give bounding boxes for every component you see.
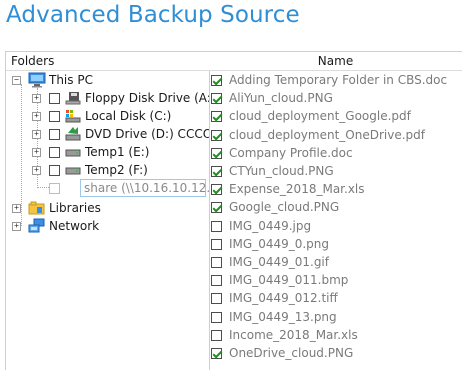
file-checkbox[interactable] bbox=[211, 275, 222, 287]
expand-icon[interactable]: + bbox=[32, 148, 41, 157]
page-title: Advanced Backup Source bbox=[6, 2, 300, 28]
file-checkbox[interactable] bbox=[211, 220, 222, 232]
file-checkbox[interactable] bbox=[211, 147, 222, 159]
file-checkbox[interactable] bbox=[211, 166, 222, 177]
file-row[interactable]: Expense_2018_Mar.xls bbox=[209, 180, 462, 198]
tree-item-this-pc[interactable]: − This PC bbox=[6, 71, 209, 89]
tree-label: Libraries bbox=[49, 201, 101, 215]
tree-item-local-disk[interactable]: + Local Disk (C:) bbox=[6, 107, 209, 125]
file-row[interactable]: IMG_0449_011.bmp bbox=[209, 271, 462, 289]
files-list-pane[interactable]: Name Adding Temporary Folder in CBS.doc A… bbox=[209, 52, 462, 370]
file-checkbox[interactable] bbox=[211, 129, 222, 141]
expand-icon[interactable]: + bbox=[32, 130, 41, 139]
tree-label: Floppy Disk Drive (A:) bbox=[85, 91, 210, 105]
file-name: IMG_0449_0.png bbox=[229, 236, 330, 251]
file-checkbox[interactable] bbox=[211, 293, 222, 305]
checkbox[interactable] bbox=[49, 165, 60, 176]
checkbox[interactable] bbox=[49, 129, 60, 140]
file-name: cloud_deployment_Google.pdf bbox=[229, 109, 411, 124]
expand-icon[interactable]: + bbox=[32, 94, 41, 103]
file-row[interactable]: cloud_deployment_OneDrive.pdf bbox=[209, 126, 462, 144]
checkbox[interactable] bbox=[49, 147, 60, 158]
tree-label: Temp2 (F:) bbox=[85, 163, 148, 177]
drive-icon bbox=[65, 167, 81, 175]
file-checkbox[interactable] bbox=[211, 257, 222, 268]
file-row[interactable]: IMG_0449_01.gif bbox=[209, 253, 462, 271]
tree-item-temp2[interactable]: + Temp2 (F:) bbox=[6, 161, 209, 179]
tree-label: Local Disk (C:) bbox=[85, 109, 172, 123]
network-icon bbox=[28, 218, 45, 233]
file-checkbox[interactable] bbox=[211, 311, 222, 323]
file-name: IMG_0449_01.gif bbox=[229, 255, 329, 269]
tree-label: DVD Drive (D:) CCCOMA_X64FRE_EN-US_DV9 bbox=[85, 127, 209, 141]
tree-item-libraries[interactable]: + Libraries bbox=[6, 199, 209, 217]
libraries-icon bbox=[28, 201, 45, 215]
file-row[interactable]: IMG_0449_012.tiff bbox=[209, 289, 462, 307]
file-name: Google_cloud.PNG bbox=[229, 200, 340, 215]
file-name: cloud_deployment_OneDrive.pdf bbox=[229, 127, 425, 142]
file-row[interactable]: Income_2018_Mar.xls bbox=[209, 326, 462, 344]
tree-label: Network bbox=[49, 219, 100, 233]
folders-header: Folders bbox=[6, 52, 209, 71]
file-name: OneDrive_cloud.PNG bbox=[229, 346, 354, 360]
backup-source-panel: Folders − This PC + Floppy Disk Drive (A… bbox=[5, 51, 462, 370]
expand-icon[interactable]: + bbox=[12, 204, 21, 213]
expand-icon[interactable]: + bbox=[12, 222, 21, 231]
file-checkbox[interactable] bbox=[211, 184, 222, 196]
file-name: IMG_0449_012.tiff bbox=[229, 291, 338, 306]
checkbox[interactable] bbox=[49, 111, 60, 122]
file-row[interactable]: Company Profile.doc bbox=[209, 144, 462, 162]
dvd-icon bbox=[65, 127, 81, 141]
computer-icon bbox=[28, 72, 46, 88]
tree-item-dvd-drive[interactable]: + DVD Drive (D:) CCCOMA_X64FRE_EN-US_DV9 bbox=[6, 125, 209, 143]
expand-icon[interactable]: + bbox=[32, 112, 41, 121]
file-row[interactable]: IMG_0449.jpg bbox=[209, 217, 462, 235]
floppy-icon bbox=[65, 92, 81, 105]
file-checkbox[interactable] bbox=[211, 111, 222, 123]
file-checkbox[interactable] bbox=[211, 202, 222, 214]
tree-label: This PC bbox=[49, 73, 93, 87]
file-name: Adding Temporary Folder in CBS.doc bbox=[229, 73, 448, 87]
file-checkbox[interactable] bbox=[211, 329, 222, 341]
checkbox[interactable] bbox=[49, 93, 60, 104]
file-name: Income_2018_Mar.xls bbox=[229, 327, 358, 342]
file-row[interactable]: OneDrive_cloud.PNG bbox=[209, 344, 462, 362]
tree-item-floppy-drive[interactable]: + Floppy Disk Drive (A:) bbox=[6, 89, 209, 107]
tree-item-network-share[interactable]: share (\\10.16.10.12... bbox=[6, 179, 209, 197]
file-name: Expense_2018_Mar.xls bbox=[229, 182, 365, 197]
collapse-icon[interactable]: − bbox=[12, 76, 21, 85]
file-name: CTYun_cloud.PNG bbox=[229, 164, 334, 178]
file-checkbox[interactable] bbox=[211, 75, 222, 86]
file-row[interactable]: CTYun_cloud.PNG bbox=[209, 162, 462, 180]
tree-item-network[interactable]: + Network bbox=[6, 217, 209, 235]
folders-tree-pane[interactable]: Folders − This PC + Floppy Disk Drive (A… bbox=[5, 52, 210, 370]
file-row[interactable]: Google_cloud.PNG bbox=[209, 198, 462, 216]
file-name: IMG_0449_13.png bbox=[229, 309, 337, 324]
file-row[interactable]: Adding Temporary Folder in CBS.doc bbox=[209, 71, 462, 89]
local-disk-icon bbox=[65, 110, 81, 123]
expand-icon[interactable]: + bbox=[32, 166, 41, 175]
file-checkbox[interactable] bbox=[211, 238, 222, 250]
file-name: IMG_0449_011.bmp bbox=[229, 273, 349, 288]
file-name: IMG_0449.jpg bbox=[229, 218, 312, 233]
drive-icon bbox=[65, 149, 81, 157]
share-label: share (\\10.16.10.12... bbox=[80, 179, 209, 197]
tree-item-temp1[interactable]: + Temp1 (E:) bbox=[6, 143, 209, 161]
tree-label: Temp1 (E:) bbox=[85, 145, 150, 159]
file-checkbox[interactable] bbox=[211, 348, 222, 359]
file-row[interactable]: cloud_deployment_Google.pdf bbox=[209, 107, 462, 125]
name-column-header[interactable]: Name bbox=[209, 52, 462, 71]
file-row[interactable]: IMG_0449_0.png bbox=[209, 235, 462, 253]
file-row[interactable]: IMG_0449_13.png bbox=[209, 308, 462, 326]
checkbox[interactable] bbox=[49, 183, 60, 194]
file-name: Company Profile.doc bbox=[229, 145, 353, 160]
file-name: AliYun_cloud.PNG bbox=[229, 91, 333, 106]
file-row[interactable]: AliYun_cloud.PNG bbox=[209, 89, 462, 107]
file-checkbox[interactable] bbox=[211, 93, 222, 105]
